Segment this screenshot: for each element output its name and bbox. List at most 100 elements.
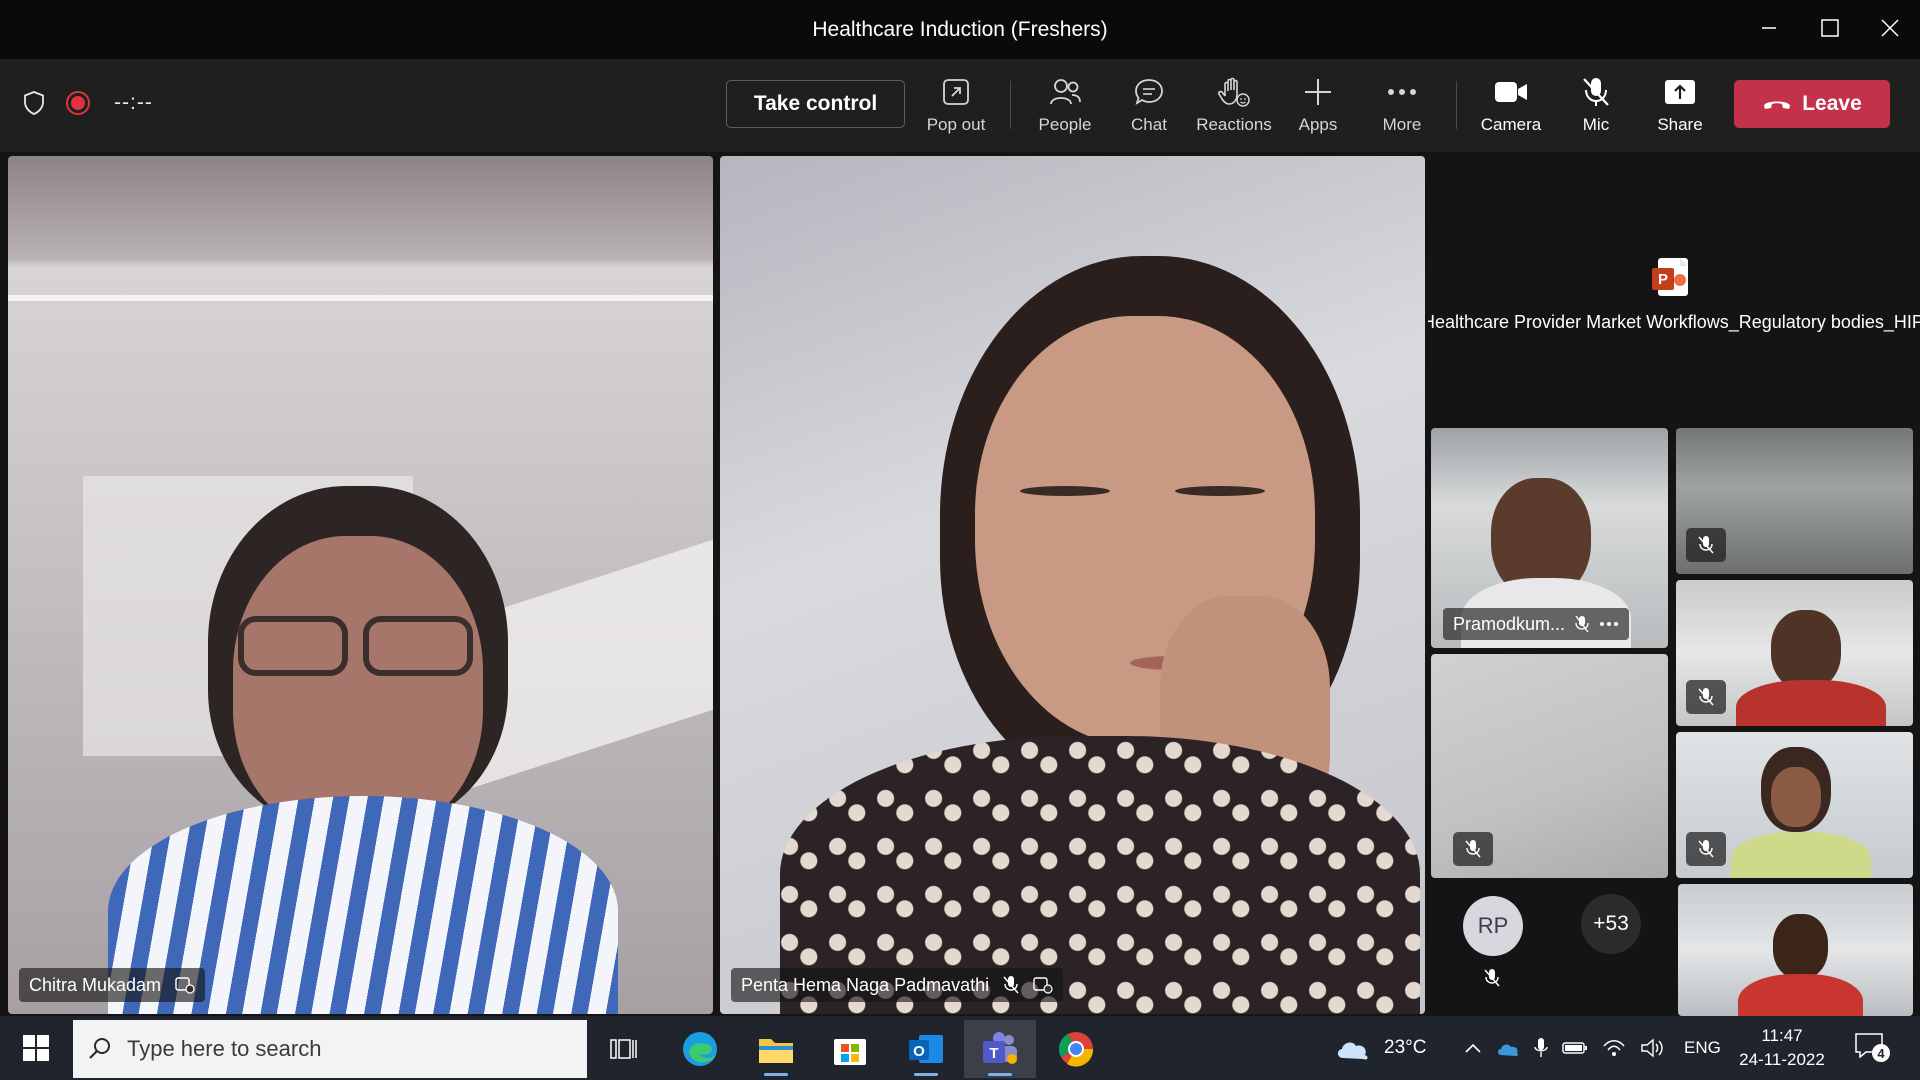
taskbar-search[interactable]: Type here to search (73, 1020, 587, 1078)
shield-icon[interactable] (22, 90, 46, 116)
chat-label: Chat (1131, 115, 1167, 134)
svg-text:T: T (989, 1045, 998, 1062)
onedrive-cloud-icon[interactable] (1496, 1038, 1520, 1058)
pop-out-button[interactable]: Pop out (913, 73, 999, 143)
share-button[interactable]: Share (1637, 73, 1723, 143)
apps-button[interactable]: Apps (1275, 73, 1361, 143)
video-tile-chitra[interactable]: Chitra Mukadam (8, 156, 713, 1014)
edge-app[interactable] (664, 1020, 736, 1078)
input-language[interactable]: ENG (1684, 1038, 1721, 1058)
reactions-label: Reactions (1196, 115, 1272, 134)
video-tile-participant-4[interactable] (1431, 654, 1668, 878)
minimize-icon (1762, 27, 1776, 29)
svg-text:P: P (1658, 271, 1668, 288)
clock-date: 24-11-2022 (1739, 1050, 1825, 1069)
store-app[interactable] (814, 1020, 886, 1078)
toolbar-divider (1456, 81, 1457, 129)
outlook-app[interactable]: O (890, 1020, 962, 1078)
task-view-button[interactable] (588, 1020, 660, 1078)
participant-name: Pramodkum... (1453, 613, 1566, 634)
pinned-video-icon (175, 977, 195, 994)
more-icon (1388, 89, 1416, 95)
mic-muted-icon (1465, 840, 1481, 858)
people-icon (1050, 79, 1081, 105)
title-bar: Healthcare Induction (Freshers) (0, 0, 1920, 59)
search-placeholder: Type here to search (127, 1036, 322, 1061)
teams-app[interactable]: T (964, 1020, 1036, 1078)
system-tray: ENG (1464, 1016, 1721, 1080)
share-label: Share (1657, 115, 1703, 134)
camera-icon (1495, 82, 1527, 102)
name-tag-penta: Penta Hema Naga Padmavathi (731, 968, 1064, 1002)
windows-logo-icon (23, 1035, 49, 1061)
chat-button[interactable]: Chat (1106, 73, 1192, 143)
chevron-up-icon[interactable] (1464, 1041, 1482, 1055)
meeting-stage: Chitra Mukadam Penta Hema Naga Padmavath… (0, 152, 1920, 1016)
minimize-button[interactable] (1749, 10, 1789, 46)
folder-icon (759, 1039, 793, 1063)
microphone-icon[interactable] (1534, 1037, 1548, 1059)
overflow-participants-button[interactable]: +53 (1581, 894, 1641, 954)
wifi-icon[interactable] (1602, 1038, 1626, 1058)
more-options-icon[interactable] (1599, 621, 1619, 627)
pop-out-icon (943, 79, 969, 105)
notification-center-button[interactable]: 4 (1854, 1032, 1890, 1064)
weather-widget[interactable]: 23°C (1334, 1016, 1426, 1080)
active-indicator (988, 1073, 1012, 1076)
people-button[interactable]: People (1022, 73, 1108, 143)
leave-button[interactable]: Leave (1734, 80, 1890, 128)
video-tile-participant-2[interactable] (1676, 428, 1913, 574)
take-control-button[interactable]: Take control (726, 80, 905, 128)
people-label: People (1038, 115, 1092, 134)
active-indicator (914, 1073, 938, 1076)
more-label: More (1382, 115, 1422, 134)
start-button[interactable] (12, 1028, 60, 1068)
window-title: Healthcare Induction (Freshers) (812, 18, 1108, 41)
shared-file-title: Healthcare Provider Market Workflows_Reg… (1428, 312, 1920, 332)
active-indicator (764, 1073, 788, 1076)
volume-icon[interactable] (1640, 1038, 1664, 1058)
battery-icon[interactable] (1562, 1041, 1588, 1055)
edge-browser-icon (683, 1032, 717, 1066)
task-view-icon (610, 1039, 637, 1059)
participant-name: Chitra Mukadam (29, 974, 162, 995)
taskbar-clock[interactable]: 11:47 24-11-2022 (1730, 1024, 1834, 1072)
close-icon (1881, 19, 1899, 37)
outlook-icon: O (909, 1035, 943, 1063)
shared-content-tile[interactable]: P Healthcare Provider Market Workflows_R… (1428, 156, 1920, 426)
mic-muted-badge (1686, 832, 1726, 866)
search-icon (89, 1038, 110, 1059)
close-button[interactable] (1870, 10, 1910, 46)
file-explorer-app[interactable] (740, 1020, 812, 1078)
pinned-video-icon (1033, 977, 1053, 994)
leave-label: Leave (1802, 92, 1862, 115)
chrome-app[interactable] (1040, 1020, 1112, 1078)
plus-icon (1305, 79, 1331, 105)
mic-label: Mic (1582, 115, 1610, 134)
cloud-icon (1337, 1042, 1368, 1060)
name-tag-pramodkumar: Pramodkum... (1443, 608, 1630, 640)
video-tile-participant-3[interactable] (1676, 580, 1913, 726)
camera-button[interactable]: Camera (1468, 73, 1554, 143)
apps-label: Apps (1298, 115, 1338, 134)
video-tile-penta[interactable]: Penta Hema Naga Padmavathi (720, 156, 1425, 1014)
recording-icon (66, 91, 90, 115)
powerpoint-icon: P (1650, 256, 1690, 300)
mic-muted-icon (1698, 688, 1714, 706)
video-tile-participant-5[interactable] (1676, 732, 1913, 878)
video-tile-participant-6[interactable] (1678, 884, 1913, 1016)
mic-muted-icon (1698, 840, 1714, 858)
chat-icon (1135, 79, 1163, 105)
notification-count: 4 (1872, 1044, 1890, 1062)
hang-up-icon (1764, 101, 1791, 109)
mic-muted-icon (1003, 976, 1019, 994)
video-tile-pramodkumar[interactable]: Pramodkum... (1431, 428, 1668, 648)
name-tag-chitra: Chitra Mukadam (19, 968, 206, 1002)
mic-button[interactable]: Mic (1553, 73, 1639, 143)
audio-participant-tile[interactable]: RP +53 (1431, 884, 1668, 1012)
more-button[interactable]: More (1359, 73, 1445, 143)
maximize-button[interactable] (1810, 10, 1850, 46)
mic-muted-badge (1686, 528, 1726, 562)
microsoft-store-icon (834, 1039, 866, 1065)
reactions-button[interactable]: Reactions (1191, 73, 1277, 143)
